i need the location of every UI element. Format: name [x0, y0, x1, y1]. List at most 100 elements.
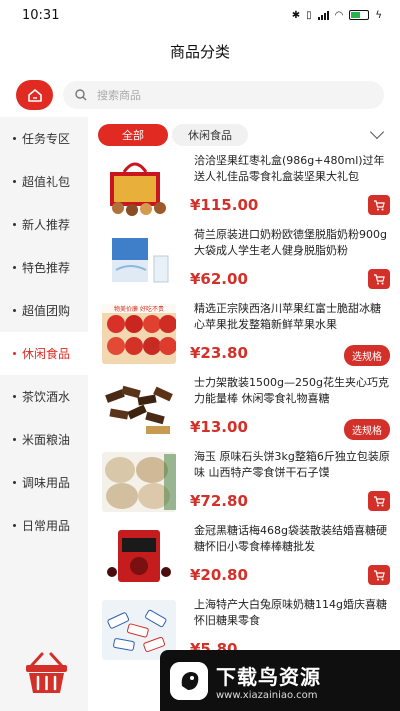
vibrate-icon: ▯	[306, 9, 312, 21]
select-spec-button[interactable]: 选规格	[344, 419, 390, 440]
search-row: 搜索商品	[0, 72, 400, 118]
add-to-cart-button[interactable]	[368, 491, 390, 511]
category-sidebar: 任务专区 超值礼包 新人推荐 特色推荐 超值团购 休闲食品 茶饮酒水 米面粮油 …	[0, 117, 88, 711]
bullet-icon	[13, 223, 16, 226]
product-image	[102, 452, 176, 512]
watermark-text: 下载鸟资源 www.xiazainiao.com	[216, 661, 321, 701]
product-info: 士力架散装1500g—250g花生夹心巧克力能量棒 休闲零食礼物喜糖 ¥13.0…	[176, 375, 390, 449]
product-name: 精选正宗陕西洛川苹果红富士脆甜冰糖心苹果批发整箱新鲜苹果水果	[194, 302, 381, 331]
product-name: 荷兰原装进口奶粉欧德堡脱脂奶粉900g大袋成人学生老人健身脱脂奶粉	[194, 228, 387, 257]
sidebar-item-label: 超值团购	[22, 304, 71, 318]
sidebar-item-group-buy[interactable]: 超值团购	[0, 289, 88, 332]
status-icons: ✱ ▯ ◠ ϟ	[292, 10, 382, 21]
sidebar-item-seasoning[interactable]: 调味用品	[0, 461, 88, 504]
product-name: 洽洽坚果红枣礼盒(986g+480ml)过年送人礼佳品零食礼盒装坚果大礼包	[194, 154, 385, 183]
sidebar-item-label: 超值礼包	[22, 175, 71, 189]
sidebar-item-grain-oil[interactable]: 米面粮油	[0, 418, 88, 461]
search-input[interactable]: 搜索商品	[63, 81, 384, 109]
add-to-cart-button[interactable]	[368, 195, 390, 215]
product-image	[102, 156, 176, 216]
bullet-icon	[13, 352, 16, 355]
chevron-down-icon[interactable]	[369, 124, 385, 140]
product-price: ¥13.00	[190, 418, 248, 436]
sidebar-item-label: 茶饮酒水	[22, 390, 71, 404]
sidebar-item-label: 休闲食品	[22, 347, 71, 361]
bullet-icon	[13, 524, 16, 527]
product-item[interactable]: 荷兰原装进口奶粉欧德堡脱脂奶粉900g大袋成人学生老人健身脱脂奶粉 ¥62.00	[88, 227, 400, 301]
charging-icon: ϟ	[375, 9, 382, 21]
tab-snacks[interactable]: 休闲食品	[172, 124, 248, 146]
bullet-icon	[13, 180, 16, 183]
cart-icon	[374, 273, 385, 284]
bullet-icon	[13, 481, 16, 484]
filter-tabs: 全部 休闲食品	[88, 117, 400, 153]
sidebar-item-label: 特色推荐	[22, 261, 71, 275]
basket-icon	[26, 652, 67, 693]
sidebar-item-label: 米面粮油	[22, 433, 71, 447]
watermark-logo-icon	[170, 661, 208, 700]
sidebar-item-newcomer[interactable]: 新人推荐	[0, 203, 88, 246]
home-button[interactable]	[16, 80, 53, 110]
signal-icon	[317, 10, 329, 20]
bullet-icon	[13, 395, 16, 398]
battery-icon	[349, 10, 370, 20]
product-image	[102, 378, 176, 438]
add-to-cart-button[interactable]	[368, 565, 390, 585]
sidebar-item-task[interactable]: 任务专区	[0, 117, 88, 160]
sidebar-item-featured[interactable]: 特色推荐	[0, 246, 88, 289]
page-title: 商品分类	[169, 42, 230, 61]
product-item[interactable]: 金冠黑糖话梅468g袋装散装结婚喜糖硬糖怀旧小零食棒棒糖批发 ¥20.80	[88, 523, 400, 597]
status-bar: 10:31 ✱ ▯ ◠ ϟ	[0, 0, 400, 30]
select-spec-button[interactable]: 选规格	[344, 345, 390, 366]
search-icon	[75, 89, 87, 101]
home-icon	[27, 89, 42, 102]
sidebar-item-snacks[interactable]: 休闲食品	[0, 332, 88, 375]
product-name: 士力架散装1500g—250g花生夹心巧克力能量棒 休闲零食礼物喜糖	[194, 376, 389, 405]
product-name: 金冠黑糖话梅468g袋装散装结婚喜糖硬糖怀旧小零食棒棒糖批发	[194, 524, 387, 553]
product-image	[102, 526, 176, 586]
sidebar-item-label: 日常用品	[22, 519, 71, 533]
sidebar-item-daily[interactable]: 日常用品	[0, 504, 88, 547]
product-item[interactable]: 士力架散装1500g—250g花生夹心巧克力能量棒 休闲零食礼物喜糖 ¥13.0…	[88, 375, 400, 449]
bullet-icon	[13, 309, 16, 312]
status-time: 10:31	[22, 7, 60, 23]
sidebar-item-drinks[interactable]: 茶饮酒水	[0, 375, 88, 418]
watermark-banner: 下载鸟资源 www.xiazainiao.com	[160, 650, 400, 711]
bullet-icon	[13, 438, 16, 441]
product-item[interactable]: 海玉 原味石头饼3kg整箱6斤独立包装原味 山西特产零食饼干石子馍 ¥72.80	[88, 449, 400, 523]
product-price: ¥20.80	[190, 566, 248, 584]
app-screen: 10:31 ✱ ▯ ◠ ϟ 商品分类 搜索商品 任务专区 超值礼包 新人推荐 特…	[0, 0, 400, 711]
sidebar-item-label: 调味用品	[22, 476, 71, 490]
sidebar-item-label: 任务专区	[22, 132, 71, 146]
wifi-icon: ◠	[334, 9, 344, 21]
bullet-icon	[13, 137, 16, 140]
product-item[interactable]: 洽洽坚果红枣礼盒(986g+480ml)过年送人礼佳品零食礼盒装坚果大礼包 ¥1…	[88, 153, 400, 227]
product-name: 海玉 原味石头饼3kg整箱6斤独立包装原味 山西特产零食饼干石子馍	[194, 450, 390, 479]
content-area: 任务专区 超值礼包 新人推荐 特色推荐 超值团购 休闲食品 茶饮酒水 米面粮油 …	[0, 117, 400, 711]
add-to-cart-button[interactable]	[368, 269, 390, 289]
product-info: 精选正宗陕西洛川苹果红富士脆甜冰糖心苹果批发整箱新鲜苹果水果 ¥23.80 选规…	[176, 301, 390, 375]
product-info: 海玉 原味石头饼3kg整箱6斤独立包装原味 山西特产零食饼干石子馍 ¥72.80	[176, 449, 390, 523]
product-image-caption: 物美价廉 好吃不贵	[114, 305, 164, 313]
cart-icon	[374, 569, 385, 580]
search-placeholder: 搜索商品	[97, 89, 141, 102]
bullet-icon	[13, 266, 16, 269]
product-price: ¥115.00	[190, 196, 259, 214]
cart-icon	[374, 199, 385, 210]
sidebar-item-gift-pack[interactable]: 超值礼包	[0, 160, 88, 203]
product-item[interactable]: 物美价廉 好吃不贵 精选正宗陕西洛川苹果红富士脆甜冰糖心苹果批发整箱新鲜苹果水果…	[88, 301, 400, 375]
bluetooth-icon: ✱	[291, 9, 301, 21]
product-info: 金冠黑糖话梅468g袋装散装结婚喜糖硬糖怀旧小零食棒棒糖批发 ¥20.80	[176, 523, 390, 597]
shopping-basket-button[interactable]	[24, 651, 69, 695]
watermark-url: www.xiazainiao.com	[216, 689, 318, 701]
product-price: ¥72.80	[190, 492, 248, 510]
tab-all[interactable]: 全部	[98, 124, 168, 146]
sidebar-item-label: 新人推荐	[22, 218, 71, 232]
product-panel: 全部 休闲食品 洽洽坚果红枣礼盒(986g+480ml)过年送人礼佳品零食礼盒装…	[88, 117, 400, 711]
product-image: 物美价廉 好吃不贵	[102, 304, 176, 364]
product-info: 洽洽坚果红枣礼盒(986g+480ml)过年送人礼佳品零食礼盒装坚果大礼包 ¥1…	[176, 153, 390, 227]
product-price: ¥62.00	[190, 270, 248, 288]
watermark-title: 下载鸟资源	[216, 664, 321, 689]
product-info: 荷兰原装进口奶粉欧德堡脱脂奶粉900g大袋成人学生老人健身脱脂奶粉 ¥62.00	[176, 227, 390, 301]
product-image	[102, 230, 176, 290]
